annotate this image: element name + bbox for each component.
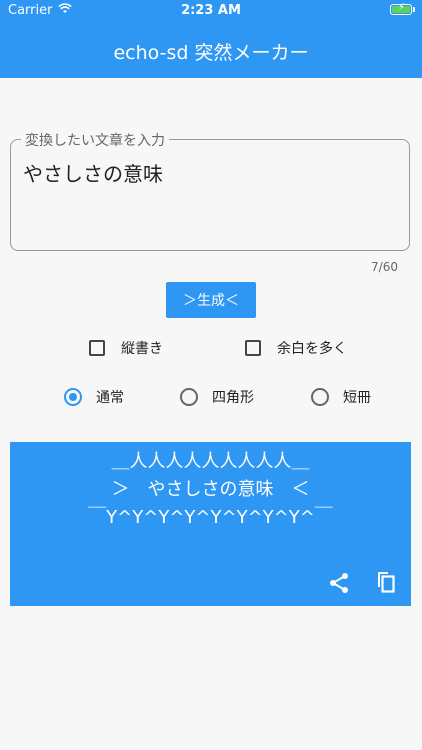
radio-label: 四角形 — [212, 390, 254, 406]
share-icon[interactable] — [328, 572, 350, 598]
output-line-bottom: ￣Y^Y^Y^Y^Y^Y^Y^Y^￣ — [88, 507, 333, 528]
app-bar: Carrier 2:23 AM ⚡ echo-sd 突然メーカー — [0, 0, 422, 78]
checkbox-box[interactable] — [89, 340, 105, 356]
radio-button[interactable] — [311, 388, 329, 406]
copy-icon[interactable] — [374, 570, 398, 598]
checkbox-group: 縦書き 余白を多く — [0, 338, 422, 360]
radio-label: 通常 — [96, 390, 124, 406]
battery-icon: ⚡ — [390, 2, 415, 15]
checkbox-extra-margin[interactable]: 余白を多く — [245, 338, 347, 358]
checkbox-label: 余白を多く — [277, 341, 347, 357]
checkbox-label: 縦書き — [121, 341, 163, 357]
status-bar: Carrier 2:23 AM ⚡ — [0, 0, 422, 22]
text-input-field[interactable]: 変換したい文章を入力 やさしさの意味 — [10, 130, 410, 251]
character-counter: 7/60 — [371, 260, 398, 274]
input-label: 変換したい文章を入力 — [21, 130, 169, 150]
radio-tanzaku[interactable]: 短冊 — [311, 387, 371, 407]
checkbox-box[interactable] — [245, 340, 261, 356]
radio-normal[interactable]: 通常 — [64, 387, 124, 407]
radio-button[interactable] — [180, 388, 198, 406]
output-line-middle: ＞ やさしさの意味 ＜ — [111, 479, 310, 500]
radio-group: 通常 四角形 短冊 — [0, 387, 422, 409]
generate-button[interactable]: ＞生成＜ — [166, 282, 256, 318]
output-line-top: ＿人人人人人人人人人＿ — [111, 451, 310, 472]
radio-square[interactable]: 四角形 — [180, 387, 254, 407]
output-panel: ＿人人人人人人人人人＿ ＞ やさしさの意味 ＜ ￣Y^Y^Y^Y^Y^Y^Y^Y… — [10, 442, 411, 606]
radio-label: 短冊 — [343, 390, 371, 406]
radio-button[interactable] — [64, 388, 82, 406]
input-value[interactable]: やさしさの意味 — [23, 158, 163, 187]
status-time: 2:23 AM — [181, 3, 241, 18]
checkbox-vertical[interactable]: 縦書き — [89, 338, 163, 358]
app-title: echo-sd 突然メーカー — [113, 42, 309, 64]
